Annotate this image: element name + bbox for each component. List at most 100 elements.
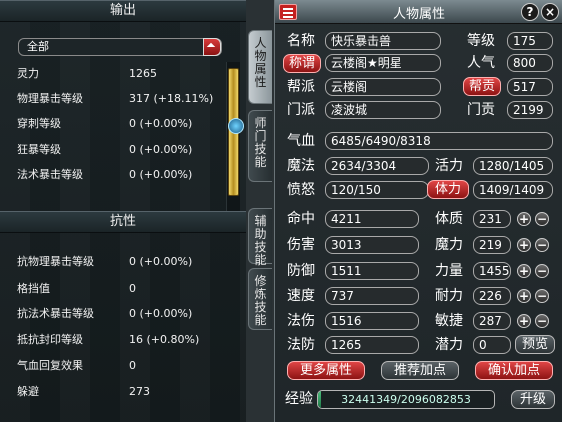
magic-damage-label: 法伤 (287, 313, 315, 329)
stat-value: 0 (129, 282, 136, 295)
minus-icon[interactable]: − (535, 212, 549, 226)
plus-icon[interactable]: + (517, 264, 531, 278)
more-attributes-button[interactable]: 更多属性 (287, 361, 365, 380)
strength-field: 1455 (473, 262, 511, 280)
gang-label: 帮派 (287, 79, 315, 95)
title-bar[interactable]: 人物属性 ? × (275, 0, 562, 24)
stat-row: 法术暴击等级 0 (+0.00%) (17, 166, 232, 184)
hp-field: 6485/6490/8318 (325, 132, 553, 150)
potential-label: 潜力 (435, 337, 463, 353)
minus-icon[interactable]: − (535, 314, 549, 328)
vitality-field: 1280/1405 (473, 157, 553, 175)
stat-label: 格挡值 (17, 282, 50, 295)
hp-label: 气血 (287, 133, 315, 149)
stat-row: 抗法术暴击等级 0 (+0.00%) (17, 305, 232, 323)
minus-icon[interactable]: − (535, 238, 549, 252)
tab-cultivation-skills[interactable]: 修炼技能 (248, 268, 272, 330)
stat-value: 0 (129, 359, 136, 372)
stamina-field: 1409/1409 (473, 181, 553, 199)
rage-field: 120/150 (325, 181, 429, 199)
stamina-button[interactable]: 体力 (427, 180, 469, 199)
stat-row: 抵抗封印等级 16 (+0.80%) (17, 331, 232, 349)
stat-label: 抗物理暴击等级 (17, 255, 94, 268)
plus-icon[interactable]: + (517, 238, 531, 252)
title-field: 云楼阁★明星 (325, 54, 441, 72)
close-icon[interactable]: × (541, 3, 559, 21)
level-field: 175 (507, 32, 553, 50)
magic-defense-field: 1265 (325, 336, 419, 354)
confirm-points-button[interactable]: 确认加点 (475, 361, 553, 380)
endurance-field: 226 (473, 287, 511, 305)
endurance-label: 耐力 (435, 288, 463, 304)
minus-icon[interactable]: − (535, 264, 549, 278)
stat-filter-dropdown[interactable]: 全部 (18, 38, 222, 56)
speed-field: 737 (325, 287, 419, 305)
stat-label: 抵抗封印等级 (17, 333, 83, 346)
mp-field: 2634/3304 (325, 157, 429, 175)
help-icon[interactable]: ? (521, 3, 539, 21)
stats-panel: 输出 全部 灵力 1265 物理暴击等级 317 (+18.11%) 穿刺等级 … (0, 0, 246, 422)
stat-value: 16 (+0.80%) (129, 333, 200, 346)
level-label: 等级 (467, 33, 495, 49)
constitution-field: 231 (473, 210, 511, 228)
popularity-label: 人气 (467, 55, 495, 71)
tab-school-skills[interactable]: 师门技能 (248, 110, 272, 182)
damage-label: 伤害 (287, 237, 315, 253)
stat-label: 狂暴等级 (17, 143, 61, 156)
stat-row: 气血回复效果 0 (17, 357, 232, 375)
stats-scrollbar[interactable] (226, 62, 240, 212)
potential-field: 0 (473, 336, 511, 354)
popularity-field: 800 (507, 54, 553, 72)
minus-icon[interactable]: − (535, 289, 549, 303)
stat-filter-value: 全部 (27, 40, 49, 53)
stat-label: 气血回复效果 (17, 359, 83, 372)
name-label: 名称 (287, 33, 315, 49)
school-field: 凌波城 (325, 101, 441, 119)
vertical-tabs: 人物属性 师门技能 辅助技能 修炼技能 (246, 0, 274, 422)
vitality-label: 活力 (435, 158, 463, 174)
strength-label: 力量 (435, 263, 463, 279)
name-field: 快乐暴击兽 (325, 32, 441, 50)
stat-value: 0 (+0.00%) (129, 168, 193, 181)
contribution-field: 517 (507, 78, 553, 96)
recommend-points-button[interactable]: 推荐加点 (381, 361, 459, 380)
stat-value: 273 (129, 385, 150, 398)
title-button[interactable]: 称谓 (283, 54, 321, 73)
magic-field: 219 (473, 236, 511, 254)
chevron-down-icon[interactable] (203, 38, 221, 56)
experience-bar: 32441349/2096082853 (317, 390, 495, 409)
preview-button[interactable]: 预览 (515, 335, 555, 354)
constitution-label: 体质 (435, 211, 463, 227)
school-contribution-field: 2199 (507, 101, 553, 119)
plus-icon[interactable]: + (517, 289, 531, 303)
tab-assist-skills[interactable]: 辅助技能 (248, 208, 272, 267)
stat-value: 0 (+0.00%) (129, 307, 193, 320)
speed-label: 速度 (287, 288, 315, 304)
plus-icon[interactable]: + (517, 212, 531, 226)
experience-label: 经验 (285, 391, 313, 407)
stat-value: 317 (+18.11%) (129, 92, 214, 105)
stat-label: 法术暴击等级 (17, 168, 83, 181)
stat-value: 1265 (129, 67, 157, 80)
school-label: 门派 (287, 102, 315, 118)
defense-label: 防御 (287, 263, 315, 279)
window-title: 人物属性 (392, 7, 445, 22)
magic-label: 魔力 (435, 237, 463, 253)
tab-character-attributes[interactable]: 人物属性 (248, 30, 272, 104)
stat-label: 灵力 (17, 67, 39, 80)
hit-label: 命中 (287, 211, 315, 227)
stat-value: 0 (+0.00%) (129, 143, 193, 156)
stat-label: 躲避 (17, 385, 39, 398)
agility-label: 敏捷 (435, 313, 463, 329)
stat-row: 躲避 273 (17, 383, 232, 401)
plus-icon[interactable]: + (517, 314, 531, 328)
hit-field: 4211 (325, 210, 419, 228)
damage-field: 3013 (325, 236, 419, 254)
output-header: 输出 (0, 0, 246, 22)
stat-row: 物理暴击等级 317 (+18.11%) (17, 90, 232, 108)
upgrade-button[interactable]: 升级 (511, 390, 555, 409)
contribution-button[interactable]: 帮贡 (463, 77, 501, 96)
stat-label: 物理暴击等级 (17, 92, 83, 105)
stat-row: 穿刺等级 0 (+0.00%) (17, 115, 232, 133)
agility-field: 287 (473, 312, 511, 330)
